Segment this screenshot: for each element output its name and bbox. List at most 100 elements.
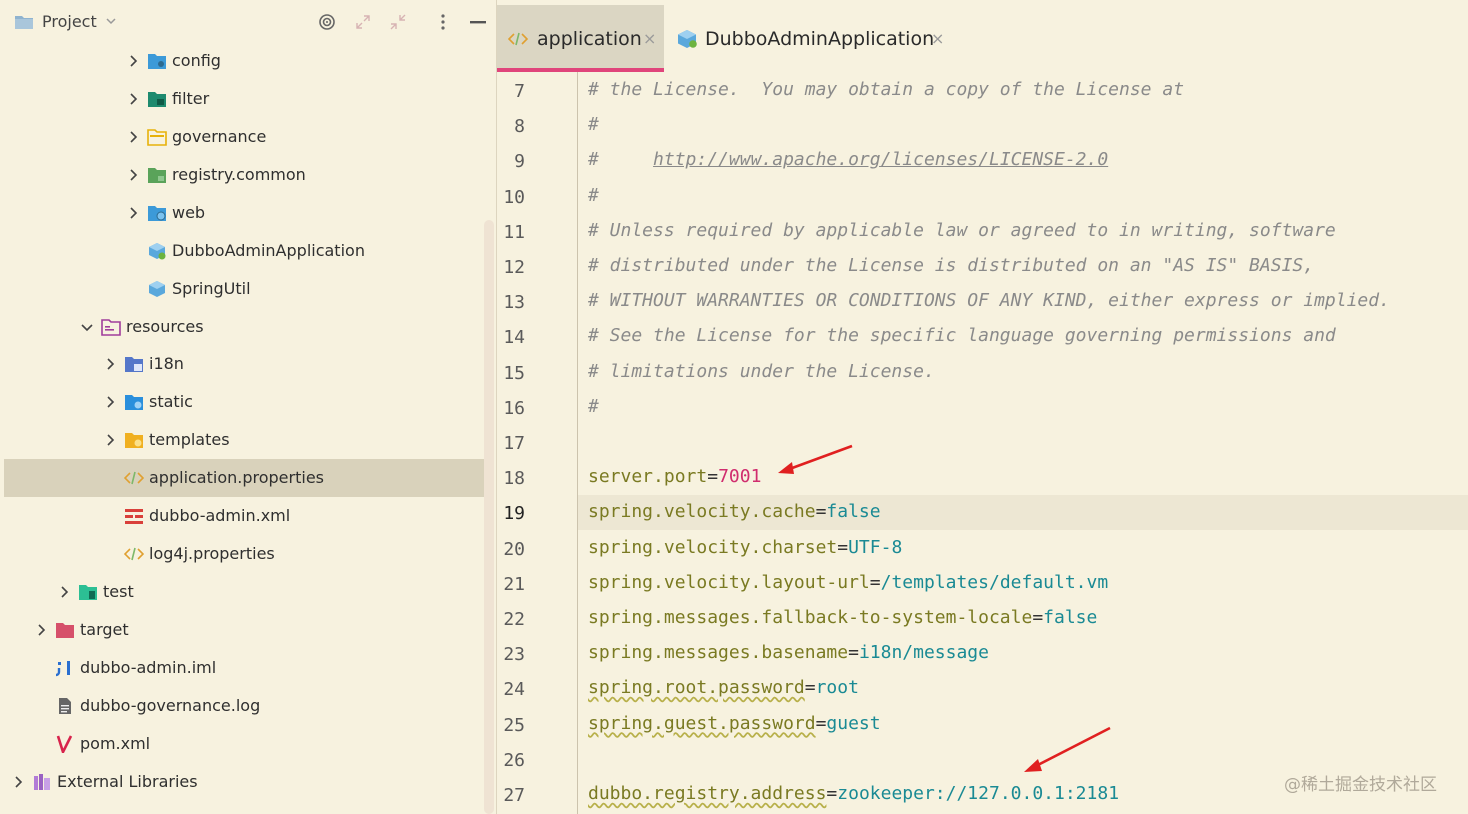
tree-item-external-libraries[interactable]: External Libraries	[4, 763, 494, 801]
line-number[interactable]: 25	[497, 715, 525, 736]
tree-item-pom-xml[interactable]: pom.xml	[4, 725, 494, 763]
code-line[interactable]	[578, 425, 1468, 460]
tree-item-governance[interactable]: governance	[4, 118, 494, 156]
tree-item-spring-util[interactable]: SpringUtil	[4, 270, 494, 308]
line-number[interactable]: 23	[497, 644, 525, 665]
code-line[interactable]: spring.messages.fallback-to-system-local…	[578, 601, 1468, 636]
line-number[interactable]: 27	[497, 785, 525, 806]
code-line[interactable]: # Unless required by applicable law or a…	[578, 214, 1468, 249]
folder-icon	[147, 129, 167, 146]
line-number[interactable]: 26	[497, 750, 525, 771]
license-link[interactable]: http://www.apache.org/licenses/LICENSE-2…	[653, 149, 1108, 170]
line-number[interactable]: 8	[497, 116, 525, 137]
i18n-folder-icon	[125, 357, 143, 372]
code-line[interactable]: spring.velocity.layout-url=/templates/de…	[578, 566, 1468, 601]
tree-item-static[interactable]: static	[4, 383, 494, 421]
code-line[interactable]: # limitations under the License.	[578, 355, 1468, 390]
line-number[interactable]: 22	[497, 609, 525, 630]
target-folder-icon	[56, 623, 74, 638]
chevron-right-icon[interactable]	[103, 433, 117, 447]
tree-item-application-properties[interactable]: application.properties	[4, 459, 494, 497]
chevron-down-icon[interactable]	[104, 14, 118, 28]
chevron-right-icon[interactable]	[126, 168, 140, 182]
tree-item-i18n[interactable]: i18n	[4, 345, 494, 383]
expand-all-icon[interactable]	[353, 12, 373, 32]
chevron-right-icon[interactable]	[103, 357, 117, 371]
close-tab-icon[interactable]: ×	[931, 29, 944, 48]
code-line[interactable]: # WITHOUT WARRANTIES OR CONDITIONS OF AN…	[578, 284, 1468, 319]
resources-folder-icon	[101, 319, 121, 336]
assignment-operator: =	[815, 712, 827, 734]
line-number[interactable]: 24	[497, 679, 525, 700]
tab-dubbo-admin-application[interactable]: DubboAdminApplication ×	[664, 5, 954, 72]
line-number[interactable]: 17	[497, 433, 525, 454]
line-number[interactable]: 13	[497, 292, 525, 313]
chevron-down-icon[interactable]	[80, 320, 94, 334]
line-number[interactable]: 15	[497, 363, 525, 384]
chevron-right-icon[interactable]	[126, 130, 140, 144]
line-number[interactable]: 16	[497, 398, 525, 419]
code-line[interactable]: # the License. You may obtain a copy of …	[578, 73, 1468, 108]
tree-item-dubbo-governance-log[interactable]: dubbo-governance.log	[4, 687, 494, 725]
log-file-icon	[59, 698, 71, 714]
code-line[interactable]: spring.messages.basename=i18n/message	[578, 636, 1468, 671]
tree-item-registry-common[interactable]: registry.common	[4, 156, 494, 194]
chevron-right-icon[interactable]	[126, 92, 140, 106]
xml-file-icon	[125, 509, 143, 524]
tree-item-dubbo-admin-xml[interactable]: dubbo-admin.xml	[4, 497, 494, 535]
code-line[interactable]: # distributed under the License is distr…	[578, 249, 1468, 284]
line-number[interactable]: 19	[497, 503, 525, 524]
comment-text: # See the License for the specific langu…	[588, 325, 1336, 347]
tree-item-config[interactable]: config	[4, 42, 494, 80]
code-line[interactable]: spring.root.password=root	[578, 671, 1468, 706]
code-line[interactable]: #	[578, 179, 1468, 214]
close-tab-icon[interactable]: ×	[643, 29, 656, 48]
tree-item-dubbo-admin-iml[interactable]: dubbo-admin.iml	[4, 649, 494, 687]
line-number[interactable]: 10	[497, 187, 525, 208]
code-line[interactable]: #	[578, 108, 1468, 143]
tree-item-dubbo-admin-application[interactable]: DubboAdminApplication	[4, 232, 494, 270]
code-line[interactable]: # See the License for the specific langu…	[578, 319, 1468, 354]
collapse-all-icon[interactable]	[388, 12, 408, 32]
code-line[interactable]: server.port=7001	[578, 460, 1468, 495]
chevron-right-icon[interactable]	[126, 54, 140, 68]
chevron-right-icon[interactable]	[103, 395, 117, 409]
tab-application[interactable]: application ×	[497, 5, 664, 72]
line-number[interactable]: 20	[497, 539, 525, 560]
chevron-right-icon[interactable]	[34, 623, 48, 637]
minimize-icon[interactable]	[468, 12, 488, 32]
tree-item-filter[interactable]: filter	[4, 80, 494, 118]
code-line-text: # distributed under the License is distr…	[588, 255, 1314, 276]
tree-item-templates[interactable]: templates	[4, 421, 494, 459]
code-line[interactable]: spring.velocity.charset=UTF-8	[578, 531, 1468, 566]
editor-tab-bar: application × DubboAdminApplication ×	[497, 0, 1468, 72]
property-value: false	[826, 501, 881, 523]
line-number[interactable]: 12	[497, 257, 525, 278]
tree-item-test[interactable]: test	[4, 573, 494, 611]
chevron-right-icon[interactable]	[57, 585, 71, 599]
tree-item-label: registry.common	[172, 165, 306, 184]
code-line[interactable]: #	[578, 390, 1468, 425]
tree-item-label: static	[149, 392, 193, 411]
code-line[interactable]: spring.velocity.cache=false	[578, 495, 1468, 531]
chevron-right-icon[interactable]	[11, 775, 25, 789]
line-number[interactable]: 9	[497, 151, 525, 172]
tree-scrollbar[interactable]	[484, 220, 494, 814]
project-tool-window: Project config filter governance registr…	[0, 0, 496, 814]
project-view-title[interactable]: Project	[42, 12, 97, 31]
line-number[interactable]: 21	[497, 574, 525, 595]
project-folder-icon	[15, 16, 33, 29]
code-line-text: spring.messages.fallback-to-system-local…	[588, 607, 1097, 628]
line-number[interactable]: 7	[497, 81, 525, 102]
tree-item-target[interactable]: target	[4, 611, 494, 649]
tree-item-web[interactable]: web	[4, 194, 494, 232]
line-number[interactable]: 11	[497, 222, 525, 243]
line-number[interactable]: 14	[497, 327, 525, 348]
locate-target-icon[interactable]	[317, 12, 337, 32]
tree-item-log4j-properties[interactable]: log4j.properties	[4, 535, 494, 573]
tree-item-resources[interactable]: resources	[4, 308, 494, 346]
code-line[interactable]: # http://www.apache.org/licenses/LICENSE…	[578, 143, 1468, 178]
line-number[interactable]: 18	[497, 468, 525, 489]
more-options-icon[interactable]	[433, 12, 453, 32]
chevron-right-icon[interactable]	[126, 206, 140, 220]
